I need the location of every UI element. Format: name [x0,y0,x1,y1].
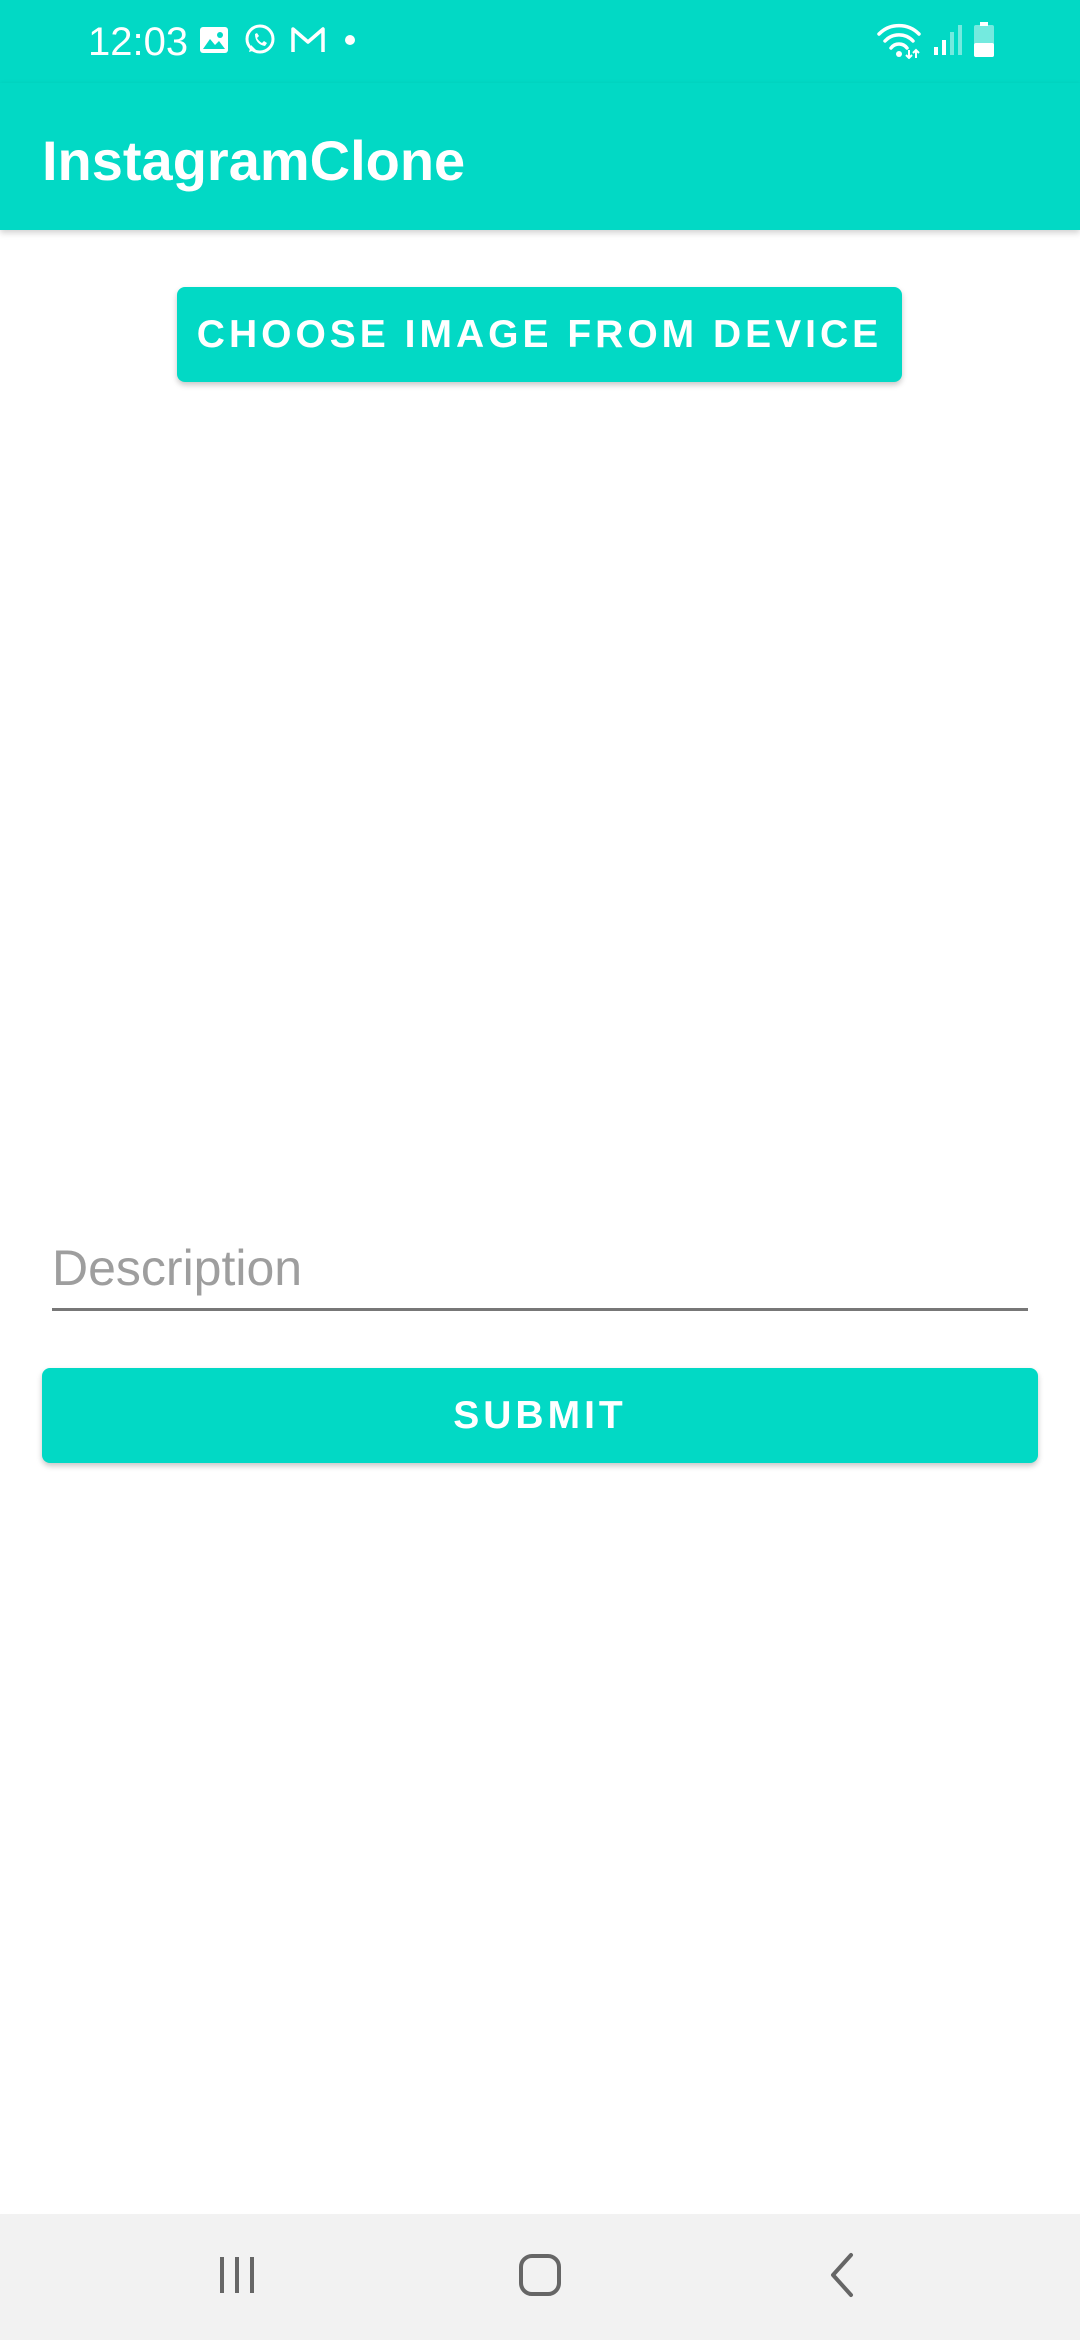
back-button[interactable] [783,2237,903,2317]
gmail-icon [290,25,326,60]
status-system-icons [876,20,996,64]
status-bar: 12:03 [0,0,1080,83]
choose-image-button[interactable]: CHOOSE IMAGE FROM DEVICE [177,287,902,382]
signal-icon [932,23,962,62]
wifi-icon [876,21,922,64]
app-title: InstagramClone [42,129,466,192]
recents-icon [215,2253,259,2302]
submit-button[interactable]: SUBMIT [42,1368,1038,1463]
description-input[interactable] [52,1228,1028,1311]
battery-icon [972,21,996,64]
app-bar: InstagramClone [0,83,1080,230]
home-icon [517,2252,563,2303]
home-button[interactable] [480,2237,600,2317]
back-icon [821,2251,865,2304]
whatsapp-icon [242,22,278,63]
status-time: 12:03 [88,20,189,64]
gallery-icon [198,24,230,61]
status-notification-icons [198,22,362,62]
recents-button[interactable] [177,2237,297,2317]
notification-dot-icon [338,28,362,57]
navigation-bar [0,2214,1080,2340]
